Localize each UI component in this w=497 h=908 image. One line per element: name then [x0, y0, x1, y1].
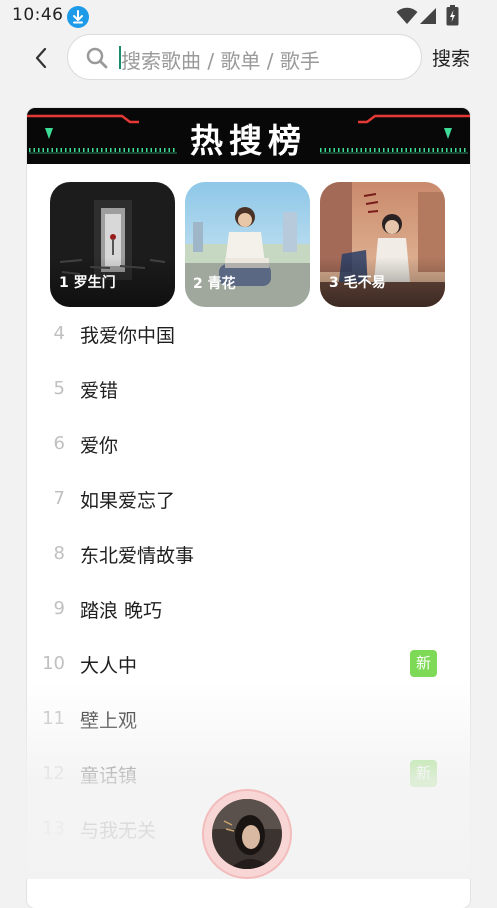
list-item[interactable]: 9 踏浪 晚巧 — [27, 590, 470, 630]
top-item-3[interactable]: 3 毛不易 — [320, 182, 445, 307]
search-input[interactable]: 搜索歌曲 / 歌单 / 歌手 — [67, 34, 422, 80]
song-title: 如果爱忘了 — [80, 490, 176, 512]
rank-number: 13 — [42, 818, 65, 839]
song-title: 爱你 — [80, 435, 119, 457]
song-title: 东北爱情故事 — [80, 545, 195, 567]
top-item-1[interactable]: 1 罗生门 — [50, 182, 175, 307]
rank-number: 7 — [53, 488, 65, 509]
top-item-2[interactable]: 2 青花 — [185, 182, 310, 307]
list-item[interactable]: 7 如果爱忘了 — [27, 480, 470, 520]
hot-search-banner: 热搜榜 — [27, 108, 470, 164]
search-icon — [86, 47, 108, 69]
hot-search-card: 热搜榜 1 罗生门 2 青花 3 毛不易 4 我爱你中国 5 爱错 6 爱你 7… — [27, 108, 470, 908]
now-playing-button[interactable] — [204, 791, 290, 877]
chevron-left-icon — [35, 47, 47, 69]
new-badge: 新 — [410, 650, 437, 677]
battery-icon — [446, 5, 459, 26]
list-item[interactable]: 8 东北爱情故事 — [27, 535, 470, 575]
search-placeholder: 搜索歌曲 / 歌单 / 歌手 — [121, 49, 320, 73]
list-item[interactable]: 12 童话镇 新 — [27, 755, 470, 795]
song-title: 踏浪 晚巧 — [80, 600, 163, 622]
song-title: 大人中 — [80, 655, 138, 677]
rank-number: 11 — [42, 708, 65, 729]
rank-number: 9 — [53, 598, 65, 619]
new-badge: 新 — [410, 760, 437, 787]
rank-number: 5 — [53, 378, 65, 399]
rank-number: 6 — [53, 433, 65, 454]
status-bar: 10:46 — [0, 0, 497, 32]
download-icon — [67, 6, 89, 28]
list-item[interactable]: 6 爱你 — [27, 425, 470, 465]
back-button[interactable] — [26, 42, 56, 74]
top-item-label: 2 青花 — [185, 263, 310, 307]
top-item-label: 3 毛不易 — [329, 275, 386, 291]
rank-number: 12 — [42, 763, 65, 784]
song-title: 与我无关 — [80, 820, 157, 842]
rank-number: 8 — [53, 543, 65, 564]
list-item[interactable]: 10 大人中 新 — [27, 645, 470, 685]
now-playing-cover — [212, 799, 282, 869]
song-title: 壁上观 — [80, 710, 138, 732]
song-title: 我爱你中国 — [80, 325, 176, 347]
list-item[interactable]: 4 我爱你中国 — [27, 315, 470, 355]
song-title: 爱错 — [80, 380, 119, 402]
rank-number: 4 — [53, 323, 65, 344]
list-item[interactable]: 11 壁上观 — [27, 700, 470, 740]
top-item-label: 1 罗生门 — [59, 275, 116, 291]
search-button[interactable]: 搜索 — [432, 44, 470, 71]
hot-search-title: 热搜榜 — [190, 121, 307, 160]
song-title: 童话镇 — [80, 765, 138, 787]
list-item[interactable]: 5 爱错 — [27, 370, 470, 410]
signal-icon — [420, 8, 436, 24]
wifi-icon — [396, 7, 418, 24]
rank-number: 10 — [42, 653, 65, 674]
status-time: 10:46 — [12, 5, 64, 25]
